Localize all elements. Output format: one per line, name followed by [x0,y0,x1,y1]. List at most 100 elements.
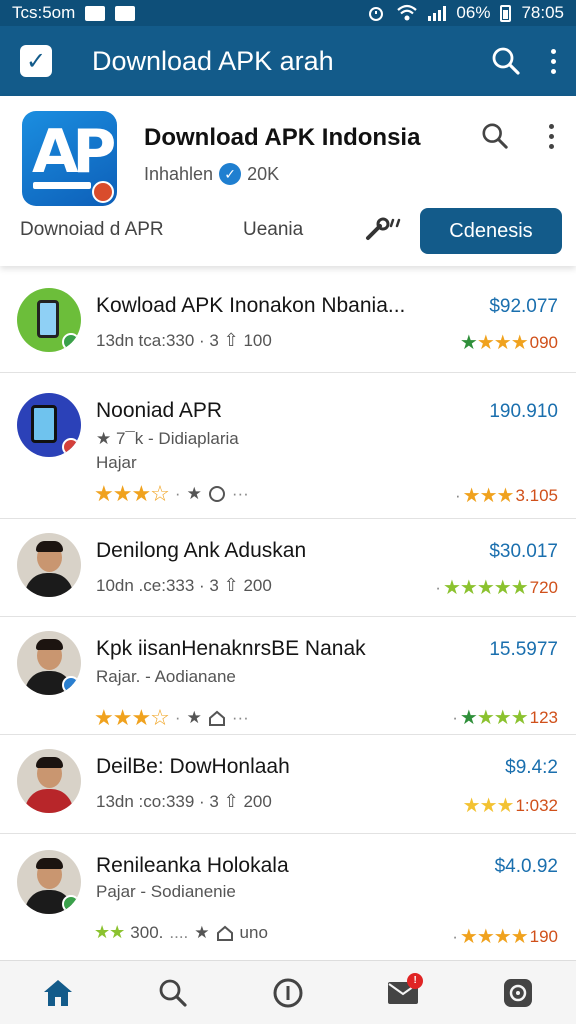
app-bar: ✓ Download APK arah [0,26,576,96]
app-name: Download APK Indonsia [144,124,421,151]
publisher-name: Inhahlen [144,163,214,184]
app-bar-title: Download APK arah [92,45,334,76]
person-avatar [17,631,81,695]
item-price: $9.4:2 [505,757,558,778]
check-notification-icon [115,5,136,21]
item-rating: ★★★★ 090 [460,330,558,355]
star-icons: ★★ [94,922,125,942]
home-outline-icon [208,710,225,726]
info-icon[interactable] [264,969,312,1017]
mail-notification-icon [85,5,106,21]
list-item[interactable]: Denilong Ank Aduskan $30.017 10dn .ce:33… [0,519,576,617]
item-price: $4.0.92 [494,856,558,877]
item-title: Kowload APK Inonakon Nbania... [96,294,406,317]
battery-percent: 06% [456,3,491,22]
item-left-rating: ★★★☆ · ★ ··· [94,481,249,506]
star-icons: ★★★★ [459,332,529,354]
item-rating: · ★★★★★ 720 [435,577,558,599]
item-rating: ★★★ 1:032 [463,793,558,818]
left-extra: uno [239,922,268,942]
home-outline-icon [216,925,233,941]
list-item[interactable]: Renileanka Holokala $4.0.92 Pajar - Sodi… [0,834,576,960]
item-price: $92.077 [489,296,558,317]
item-left-rating: ★★★☆ · ★ ··· [94,705,249,730]
person-avatar [17,749,81,813]
item-title: Kpk iisanHenaknrsBE Nanak [96,637,366,660]
verified-icon: ✓ [219,163,242,185]
rating-value: 190 [529,926,558,946]
rating-value: 3.105 [515,485,558,505]
item-rating: · ★★★★ 190 [452,926,558,948]
item-title: Renileanka Holokala [96,854,289,877]
star-icons: ★★★★ [459,926,529,948]
item-title: DeilBe: DowHonlaah [96,755,290,778]
left-value: 300. [130,922,164,942]
item-sub: Pajar - Sodianenie [96,882,236,901]
list-item[interactable]: DeilBe: DowHonlaah $9.4:2 13dn :co:339 ·… [0,735,576,834]
check-icon[interactable]: ✓ [20,45,52,77]
item-rating: · ★★★ 3.105 [454,485,558,507]
tab-download[interactable]: Downoiad d APR [20,219,164,241]
list-item[interactable]: Kowload APK Inonakon Nbania... $92.077 1… [0,266,576,373]
person-avatar [17,850,81,914]
item-price: 190.910 [489,401,558,422]
wrench-icon[interactable] [364,216,404,249]
item-sub2: Hajar [96,453,137,472]
status-time-left: Tcs:5om [12,3,76,22]
item-price: 15.5977 [489,639,558,660]
mail-icon[interactable]: ! [379,969,427,1017]
signal-icon [428,5,447,21]
item-downloads: 200 [243,792,272,811]
list-item[interactable]: Nooniad APR 190.910 ★ 7¯k - Didiaplaria … [0,373,576,519]
wifi-icon [397,4,418,21]
item-rating: · ★★★★ 123 [452,707,558,729]
rating-value: 720 [529,577,558,597]
alarm-icon [369,7,384,21]
item-title: Nooniad APR [96,399,223,422]
home-outline-icon [208,486,225,502]
item-left-rating: ★★ 300. .... ★ uno [94,922,268,942]
item-sub: ★ 7¯k - Didiaplaria [96,429,239,448]
item-title: Denilong Ank Aduskan [96,539,307,562]
item-sub: 13dn tca:330 · 3 ⇧ 100 [96,330,272,350]
mail-badge: ! [407,972,424,989]
star-icons: ★★★★★ [442,577,529,599]
search-icon[interactable] [481,122,509,150]
item-price: $30.017 [489,541,558,562]
download-icon: ⇧ [223,791,239,811]
more-vert-icon[interactable] [551,48,556,74]
star-icons: ★★★★ [459,707,529,729]
item-downloads: 200 [243,576,272,595]
item-sub: Rajar. - Aodianane [96,667,236,686]
app-list: Kowload APK Inonakon Nbania... $92.077 1… [0,266,576,960]
tab-cdenesis[interactable]: Cdenesis [420,208,562,254]
battery-icon [500,4,512,22]
star-icons: ★★★☆ [94,705,170,730]
tablet-avatar [17,393,81,457]
rating-value: 123 [529,707,558,727]
phone-avatar [17,288,81,352]
download-icon: ⇧ [223,330,239,350]
app-meta: Inhahlen ✓ 20K [144,163,279,185]
item-sub: 13dn :co:339 · 3 ⇧ 200 [96,791,272,811]
home-icon[interactable] [34,969,82,1017]
status-time-right: 78:05 [521,3,564,22]
tab-ueania[interactable]: Ueania [243,219,303,241]
star-icons: ★★★☆ [94,481,170,506]
search-icon[interactable] [149,969,197,1017]
item-sub: 10dn .ce:333 · 3 ⇧ 200 [96,575,272,595]
settings-icon[interactable] [494,969,542,1017]
app-header-card: AP Download APK Indonsia Inhahlen ✓ 20K … [0,96,576,266]
more-vert-icon[interactable] [549,123,554,149]
star-icons: ★★★ [462,485,515,507]
star-icons: ★★★ [462,795,515,817]
rating-value: 090 [529,332,558,352]
rating-value: 1:032 [515,795,558,815]
search-icon[interactable] [491,46,521,76]
app-logo: AP [22,111,117,206]
follower-count: 20K [247,163,280,184]
tab-bar: Downoiad d APR Ueania Cdenesis [0,208,576,258]
list-item[interactable]: Kpk iisanHenaknrsBE Nanak 15.5977 Rajar.… [0,617,576,735]
download-icon: ⇧ [223,575,239,595]
bottom-nav: ! [0,960,576,1024]
